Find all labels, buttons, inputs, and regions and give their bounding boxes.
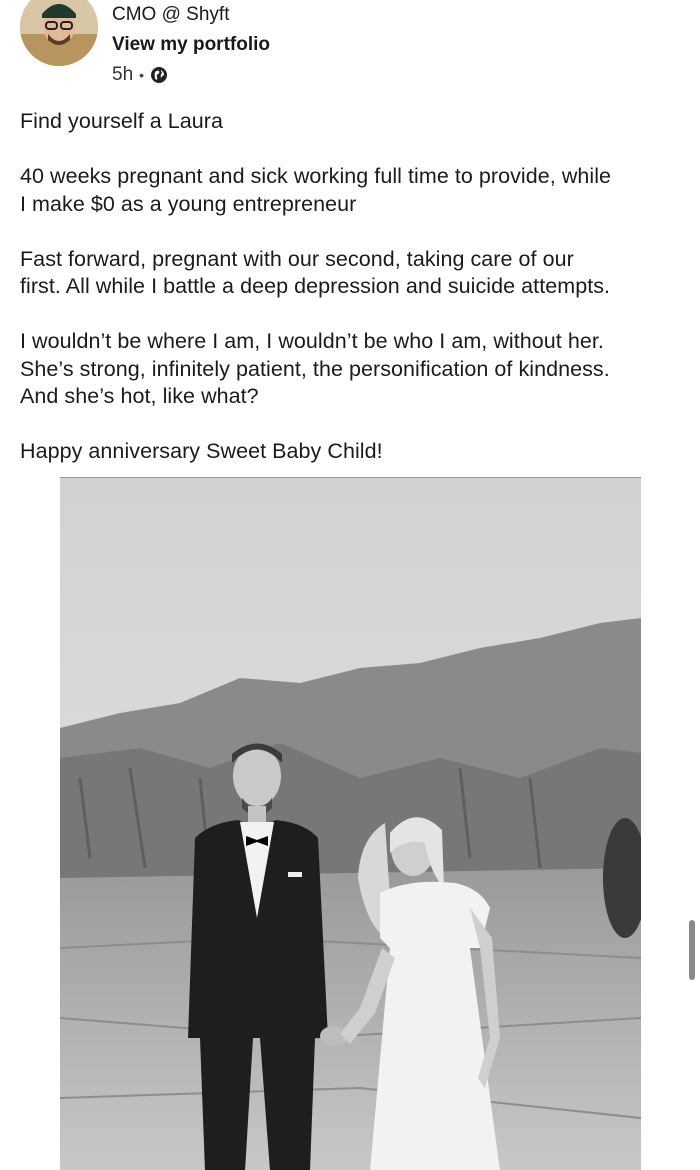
post-meta: 5h • <box>112 64 168 86</box>
view-portfolio-link[interactable]: View my portfolio <box>112 34 270 56</box>
post-paragraph: I wouldn’t be where I am, I wouldn’t be … <box>20 329 610 408</box>
globe-icon <box>150 66 168 84</box>
post-photo[interactable] <box>60 477 641 1170</box>
couple-photo <box>60 478 641 1170</box>
avatar-image <box>20 0 98 66</box>
post-paragraph: Fast forward, pregnant with our second, … <box>20 246 611 299</box>
post-paragraph: Happy anniversary Sweet Baby Child! <box>20 439 383 463</box>
meta-separator: • <box>139 67 145 83</box>
scrollbar-thumb[interactable] <box>689 920 695 980</box>
post-paragraph: Find yourself a Laura <box>20 109 224 133</box>
author-subtitle: CMO @ Shyft <box>112 4 230 25</box>
post-paragraph: 40 weeks pregnant and sick working full … <box>20 164 612 216</box>
post-time: 5h <box>112 64 134 85</box>
post-body: Find yourself a Laura 40 weeks pregnant … <box>20 108 684 493</box>
post-header: CMO @ Shyft View my portfolio 5h • <box>0 0 700 100</box>
avatar[interactable] <box>20 0 98 66</box>
